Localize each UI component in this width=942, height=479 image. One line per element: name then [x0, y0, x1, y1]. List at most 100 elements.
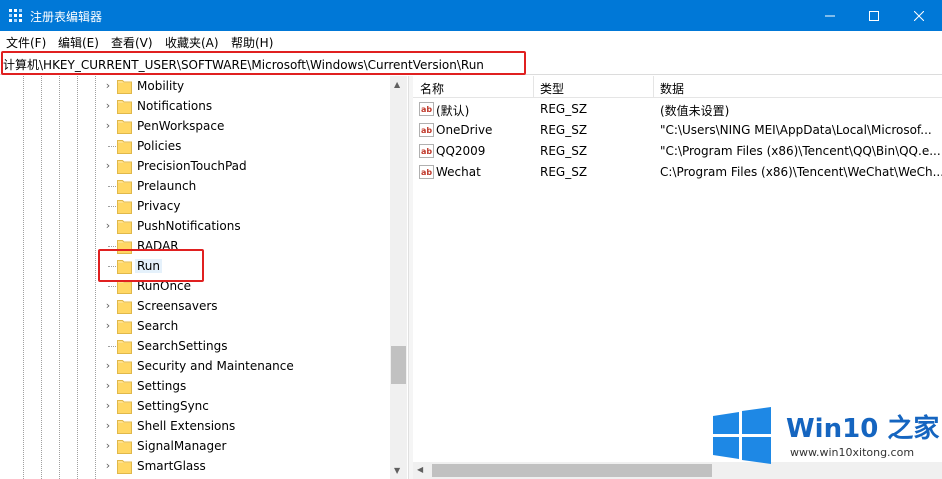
folder-icon — [117, 78, 132, 94]
svg-text:ab: ab — [421, 105, 432, 114]
column-header-name[interactable]: 名称 — [420, 80, 444, 97]
column-header-type[interactable]: 类型 — [540, 80, 564, 97]
scroll-down-icon[interactable]: ▼ — [394, 466, 400, 475]
tree-connector — [108, 346, 116, 347]
tree-connector — [108, 146, 116, 147]
maximize-button[interactable] — [851, 0, 897, 31]
value-row[interactable]: ab OneDrive REG_SZ "C:\Users\NING MEI\AppDa… — [413, 120, 942, 141]
expand-chevron-icon[interactable]: › — [103, 400, 113, 412]
close-button[interactable] — [896, 0, 942, 31]
scroll-up-icon[interactable]: ▲ — [394, 80, 400, 89]
value-name: Wechat — [436, 165, 481, 179]
folder-icon — [117, 118, 132, 134]
value-type: REG_SZ — [540, 165, 588, 179]
scroll-thumb[interactable] — [391, 346, 406, 384]
value-data: (数值未设置) — [660, 104, 730, 118]
menu-view[interactable]: 查看(V) — [111, 34, 153, 51]
win10-watermark: Win10 之家 www.win10xitong.com — [708, 404, 940, 466]
tree-item[interactable]: › Shell Extensions — [0, 416, 390, 436]
tree-item-label: Search — [137, 319, 179, 333]
menu-edit[interactable]: 编辑(E) — [58, 34, 99, 51]
tree-item-label: PushNotifications — [137, 219, 241, 233]
folder-icon — [117, 318, 132, 334]
expand-chevron-icon[interactable]: › — [103, 220, 113, 232]
address-highlight-box — [1, 51, 526, 75]
column-divider[interactable] — [533, 76, 534, 98]
tree-connector — [108, 206, 116, 207]
tree-item-label: Notifications — [137, 99, 213, 113]
close-icon — [914, 10, 924, 21]
value-name: (默认) — [436, 104, 470, 118]
expand-chevron-icon[interactable]: › — [103, 300, 113, 312]
expand-chevron-icon[interactable]: › — [103, 420, 113, 432]
value-data: "C:\Users\NING MEI\AppData\Local\Microso… — [660, 123, 932, 137]
tree-item-label: Prelaunch — [137, 179, 197, 193]
folder-icon — [117, 458, 132, 474]
menu-help[interactable]: 帮助(H) — [231, 34, 273, 51]
expand-chevron-icon[interactable]: › — [103, 120, 113, 132]
folder-icon — [117, 178, 132, 194]
address-bar[interactable]: 计算机\HKEY_CURRENT_USER\SOFTWARE\Microsoft… — [0, 51, 942, 75]
value-row[interactable]: ab Wechat REG_SZ C:\Program Files (x86)\Ten… — [413, 162, 942, 183]
tree-item-label: Security and Maintenance — [137, 359, 294, 373]
tree-item-label: SearchSettings — [137, 339, 228, 353]
scroll-thumb[interactable] — [432, 464, 712, 477]
tree-item[interactable]: › Screensavers — [0, 296, 390, 316]
tree-item[interactable]: › SettingSync — [0, 396, 390, 416]
tree-item[interactable]: SearchSettings — [0, 336, 390, 356]
minimize-button[interactable] — [807, 0, 853, 31]
expand-chevron-icon[interactable]: › — [103, 440, 113, 452]
tree-connector — [108, 286, 116, 287]
title-bar: 注册表编辑器 — [0, 0, 942, 31]
value-row[interactable]: ab QQ2009 REG_SZ "C:\Program Files (x86)\Te… — [413, 141, 942, 162]
expand-chevron-icon[interactable]: › — [103, 320, 113, 332]
registry-tree: › Mobility › Notifications › PenWorkspace Poli… — [0, 76, 408, 479]
expand-chevron-icon[interactable]: › — [103, 160, 113, 172]
string-value-icon: ab — [419, 144, 434, 158]
expand-chevron-icon[interactable]: › — [103, 100, 113, 112]
tree-item-label: Privacy — [137, 199, 181, 213]
column-header-data[interactable]: 数据 — [660, 80, 684, 97]
tree-item[interactable]: › SignalManager — [0, 436, 390, 456]
expand-chevron-icon[interactable]: › — [103, 380, 113, 392]
folder-icon — [117, 198, 132, 214]
tree-item[interactable]: Prelaunch — [0, 176, 390, 196]
minimize-icon — [825, 15, 835, 16]
tree-vertical-scrollbar[interactable]: ▲ ▼ — [390, 76, 407, 479]
value-type: REG_SZ — [540, 102, 588, 116]
menu-bar: 文件(F) 编辑(E) 查看(V) 收藏夹(A) 帮助(H) — [0, 31, 942, 51]
tree-item[interactable]: › Security and Maintenance — [0, 356, 390, 376]
expand-chevron-icon[interactable]: › — [103, 360, 113, 372]
string-value-icon: ab — [419, 123, 434, 137]
regedit-app-icon — [9, 9, 22, 22]
tree-item-label: PenWorkspace — [137, 119, 225, 133]
value-data: "C:\Program Files (x86)\Tencent\QQ\Bin\Q… — [660, 144, 941, 158]
tree-item[interactable]: › Search — [0, 316, 390, 336]
tree-item[interactable]: › Notifications — [0, 96, 390, 116]
tree-item[interactable]: › PrecisionTouchPad — [0, 156, 390, 176]
tree-item-label: Mobility — [137, 79, 185, 93]
scroll-left-icon[interactable]: ◀ — [417, 465, 423, 474]
tree-item-label: Settings — [137, 379, 187, 393]
tree-item[interactable]: › Settings — [0, 376, 390, 396]
tree-item[interactable]: › PenWorkspace — [0, 116, 390, 136]
string-value-icon: ab — [419, 165, 434, 179]
tree-item-label: Shell Extensions — [137, 419, 236, 433]
expand-chevron-icon[interactable]: › — [103, 80, 113, 92]
tree-item[interactable]: Policies — [0, 136, 390, 156]
tree-item[interactable]: › Mobility — [0, 76, 390, 96]
menu-favorites[interactable]: 收藏夹(A) — [165, 34, 219, 51]
folder-icon — [117, 358, 132, 374]
tree-item[interactable]: › PushNotifications — [0, 216, 390, 236]
folder-icon — [117, 338, 132, 354]
value-row[interactable]: ab (默认) REG_SZ (数值未设置) — [413, 99, 942, 120]
menu-file[interactable]: 文件(F) — [6, 34, 46, 51]
column-divider[interactable] — [653, 76, 654, 98]
tree-item[interactable]: › SmartGlass — [0, 456, 390, 476]
tree-item[interactable]: Privacy — [0, 196, 390, 216]
string-value-icon: ab — [419, 102, 434, 116]
expand-chevron-icon[interactable]: › — [103, 460, 113, 472]
tree-item-label: Policies — [137, 139, 182, 153]
folder-icon — [117, 378, 132, 394]
tree-item-label: SignalManager — [137, 439, 227, 453]
